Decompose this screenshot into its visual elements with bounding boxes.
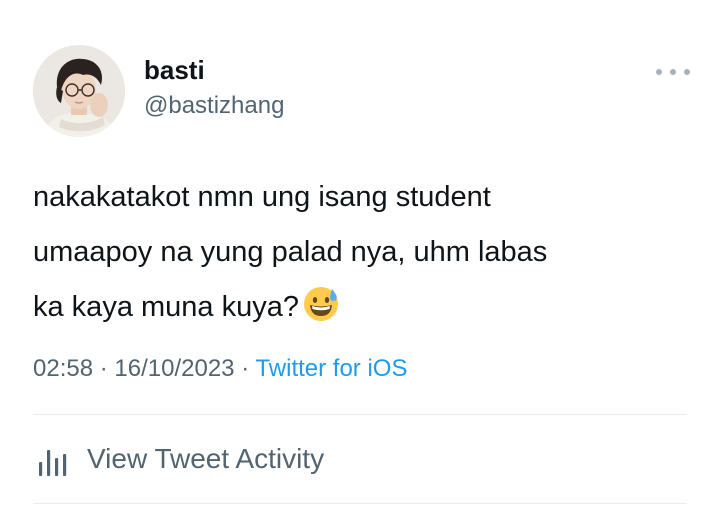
grinning-face-with-sweat-icon bbox=[303, 287, 338, 321]
more-dot-icon bbox=[684, 69, 690, 75]
more-dot-icon bbox=[656, 69, 662, 75]
bar-chart-icon bbox=[39, 450, 67, 476]
meta-separator: · bbox=[99, 355, 108, 382]
tweet-source-link[interactable]: Twitter for iOS bbox=[255, 355, 407, 382]
tweet-time[interactable]: 02:58 bbox=[33, 355, 93, 382]
tweet-date[interactable]: 16/10/2023 bbox=[114, 355, 234, 382]
meta-separator: · bbox=[241, 355, 250, 382]
tweet-meta: 02:58 · 16/10/2023 · Twitter for iOS bbox=[33, 354, 407, 384]
author-handle[interactable]: @bastizhang bbox=[144, 91, 284, 121]
tweet-card: basti @bastizhang nakakatakot nmn ung is… bbox=[0, 0, 720, 506]
divider bbox=[33, 503, 687, 504]
tweet-body: nakakatakot nmn ung isang student umaapo… bbox=[33, 181, 548, 323]
view-tweet-activity-button[interactable]: View Tweet Activity bbox=[33, 436, 324, 482]
more-dot-icon bbox=[670, 69, 676, 75]
author-display-name[interactable]: basti bbox=[144, 54, 205, 86]
divider bbox=[33, 414, 687, 415]
tweet-text: nakakatakot nmn ung isang student umaapo… bbox=[33, 170, 693, 335]
avatar[interactable] bbox=[33, 45, 125, 137]
more-options-button[interactable] bbox=[656, 62, 690, 82]
view-tweet-activity-label: View Tweet Activity bbox=[87, 443, 325, 474]
avatar-photo bbox=[33, 45, 125, 137]
